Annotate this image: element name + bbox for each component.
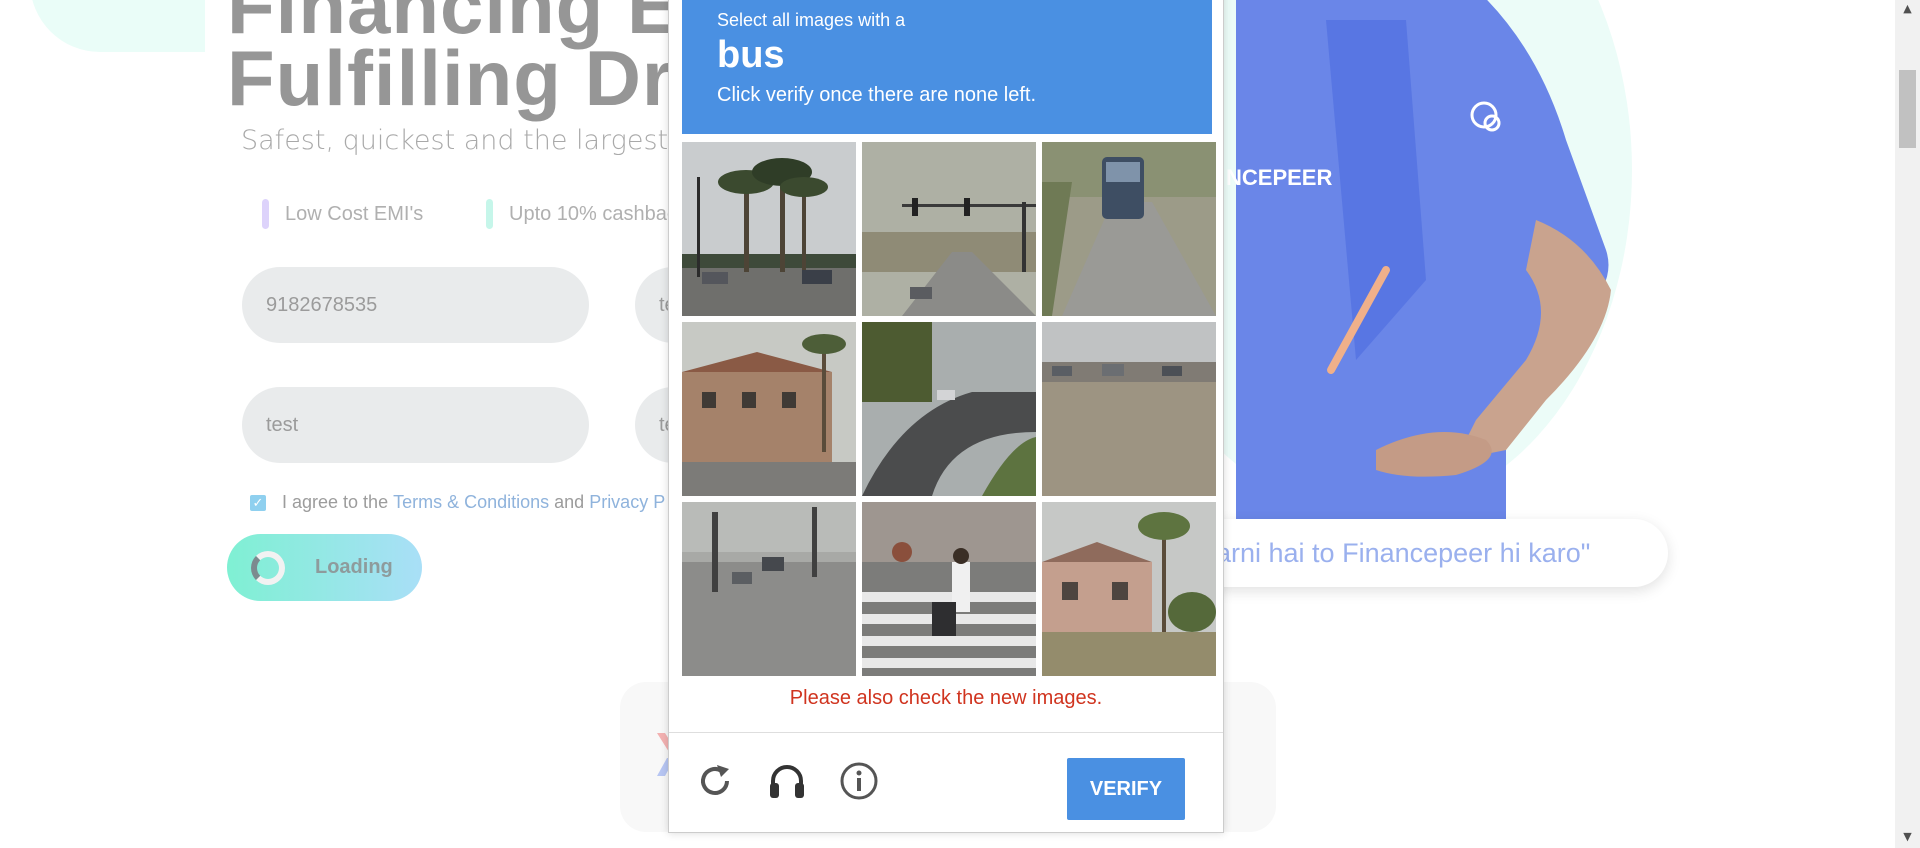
captcha-header: Select all images with a bus Click verif… [682,0,1212,134]
scroll-thumb[interactable] [1899,70,1916,148]
parking-lot-image [1042,322,1216,496]
feature-bar [262,199,269,229]
agree-text: I agree to the [282,492,389,512]
captcha-instruction: Select all images with a [717,10,906,30]
terms-link[interactable]: Terms & Conditions [393,492,549,513]
captcha-tile[interactable] [682,322,856,496]
intersection-image [682,502,856,676]
captcha-tile[interactable] [682,142,856,316]
captcha-error-message: Please also check the new images. [789,687,1103,709]
captcha-challenge: Select all images with a bus Click verif… [668,0,1224,833]
feature-label: Low Cost EMI's [285,202,424,225]
feature-low-cost-emi: Low Cost EMI's [262,199,423,229]
captcha-tile[interactable] [1042,142,1216,316]
building-image [682,322,856,496]
feature-cashback: Upto 10% cashbac [486,199,677,229]
feature-label: Upto 10% cashbac [509,202,677,225]
scroll-up-arrow[interactable]: ▲ [1895,0,1920,18]
captcha-tile[interactable] [862,502,1036,676]
house-image [1042,502,1216,676]
captcha-tile[interactable] [862,142,1036,316]
curving-road-image [862,322,1036,496]
person-illustration: NCEPEER [1226,0,1611,520]
brand-text: NCEPEER [1226,165,1332,190]
agree-checkbox[interactable]: ✓ [250,494,266,511]
spinner-icon [251,550,285,585]
text-field[interactable]: test [242,387,589,463]
and-text: and [554,492,585,512]
slogan-pill: arni hai to Financepeer hi karo" [1190,519,1668,587]
phone-field[interactable]: 9182678535 [242,267,589,343]
verify-button[interactable]: VERIFY [1067,758,1185,820]
privacy-link[interactable]: Privacy P [589,492,665,513]
captcha-subinstruction: Click verify once there are none left. [717,84,1037,106]
scroll-down-arrow[interactable]: ▼ [1895,828,1920,846]
hero-title: Financing Ed Fulfilling Dre [227,0,729,122]
decorative-shape [30,0,205,52]
captcha-tile[interactable] [682,502,856,676]
submit-button[interactable]: Loading [227,534,422,601]
scrollbar[interactable]: ▲ ▼ [1895,0,1920,848]
traffic-light-image [862,142,1036,316]
palm-trees-image [682,142,856,316]
captcha-tile[interactable] [1042,502,1216,676]
agree-row: ✓ I agree to the Terms & Conditions and … [250,492,670,513]
info-icon[interactable] [839,761,879,801]
feature-bar [486,199,493,229]
hero-title-line2: Fulfilling Dre [227,34,718,122]
reload-icon[interactable] [695,761,735,801]
submit-button-label: Loading [315,556,393,578]
bus-image [1042,142,1216,316]
crosswalk-image [862,502,1036,676]
captcha-tile[interactable] [862,322,1036,496]
captcha-divider [669,732,1223,733]
headphones-icon[interactable] [767,761,807,801]
hero-subtitle: Safest, quickest and the largest edu [241,125,728,156]
captcha-image-grid [682,142,1216,676]
captcha-tile[interactable] [1042,322,1216,496]
captcha-keyword: bus [717,34,785,76]
